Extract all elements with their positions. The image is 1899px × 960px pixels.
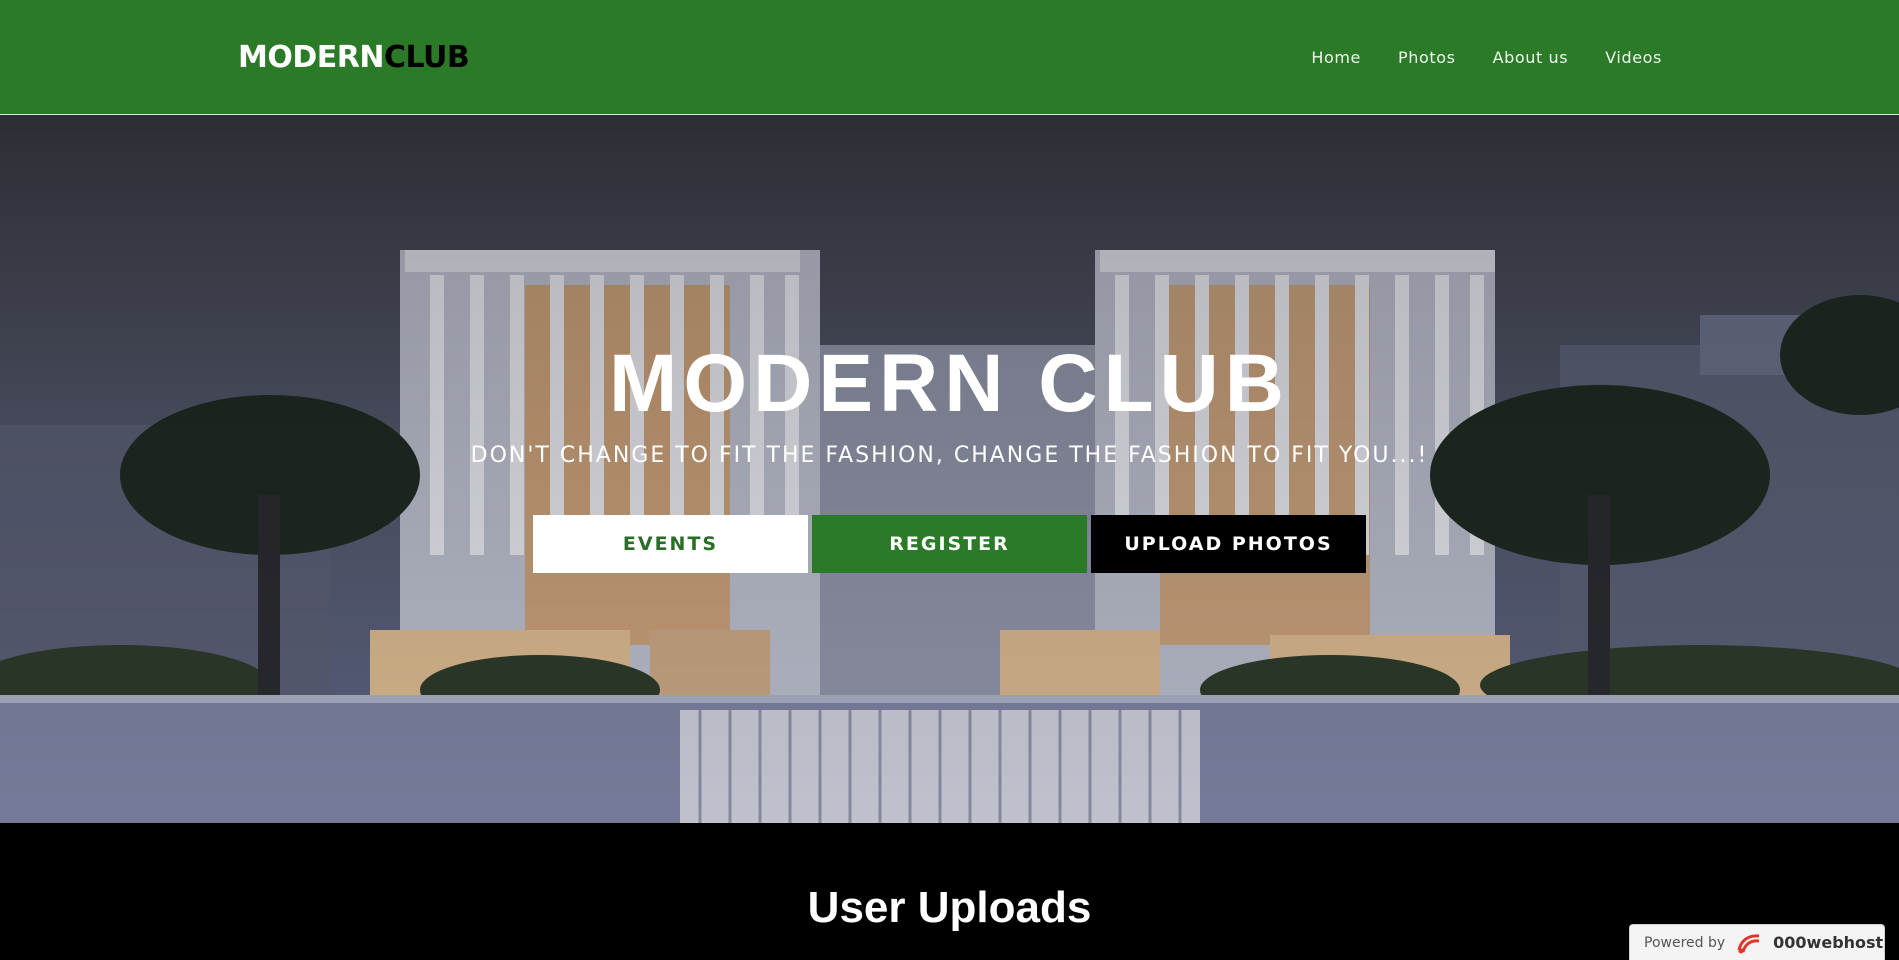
site-logo[interactable]: MODERNCLUB <box>238 40 470 75</box>
logo-text-modern: MODERN <box>238 40 384 75</box>
logo-text-club: CLUB <box>383 40 470 75</box>
000webhost-logo-icon <box>1737 933 1760 953</box>
hero-title: MODERN CLUB <box>609 338 1290 429</box>
nav-link-videos[interactable]: Videos <box>1605 48 1662 67</box>
hero-dark-overlay <box>0 115 1899 823</box>
register-button[interactable]: REGISTER <box>812 515 1087 573</box>
events-button[interactable]: EVENTS <box>533 515 808 573</box>
powered-by-label: Powered by <box>1644 934 1726 951</box>
nav-link-home[interactable]: Home <box>1311 48 1361 67</box>
user-uploads-heading: User Uploads <box>807 883 1092 932</box>
main-nav: Home Photos About us Videos <box>1311 48 1662 67</box>
powered-by-badge[interactable]: Powered by 000webhost <box>1629 924 1885 960</box>
top-navbar: MODERNCLUB Home Photos About us Videos <box>0 0 1899 115</box>
hero-button-group: EVENTS REGISTER UPLOAD PHOTOS <box>533 515 1366 573</box>
user-uploads-section: User Uploads <box>0 823 1899 960</box>
upload-photos-button[interactable]: UPLOAD PHOTOS <box>1091 515 1366 573</box>
nav-link-photos[interactable]: Photos <box>1398 48 1456 67</box>
nav-link-about-us[interactable]: About us <box>1493 48 1569 67</box>
hero-section: MODERN CLUB DON'T CHANGE TO FIT THE FASH… <box>0 115 1899 823</box>
hero-tagline: DON'T CHANGE TO FIT THE FASHION, CHANGE … <box>470 443 1429 468</box>
000webhost-brand-text: 000webhost <box>1773 933 1884 952</box>
